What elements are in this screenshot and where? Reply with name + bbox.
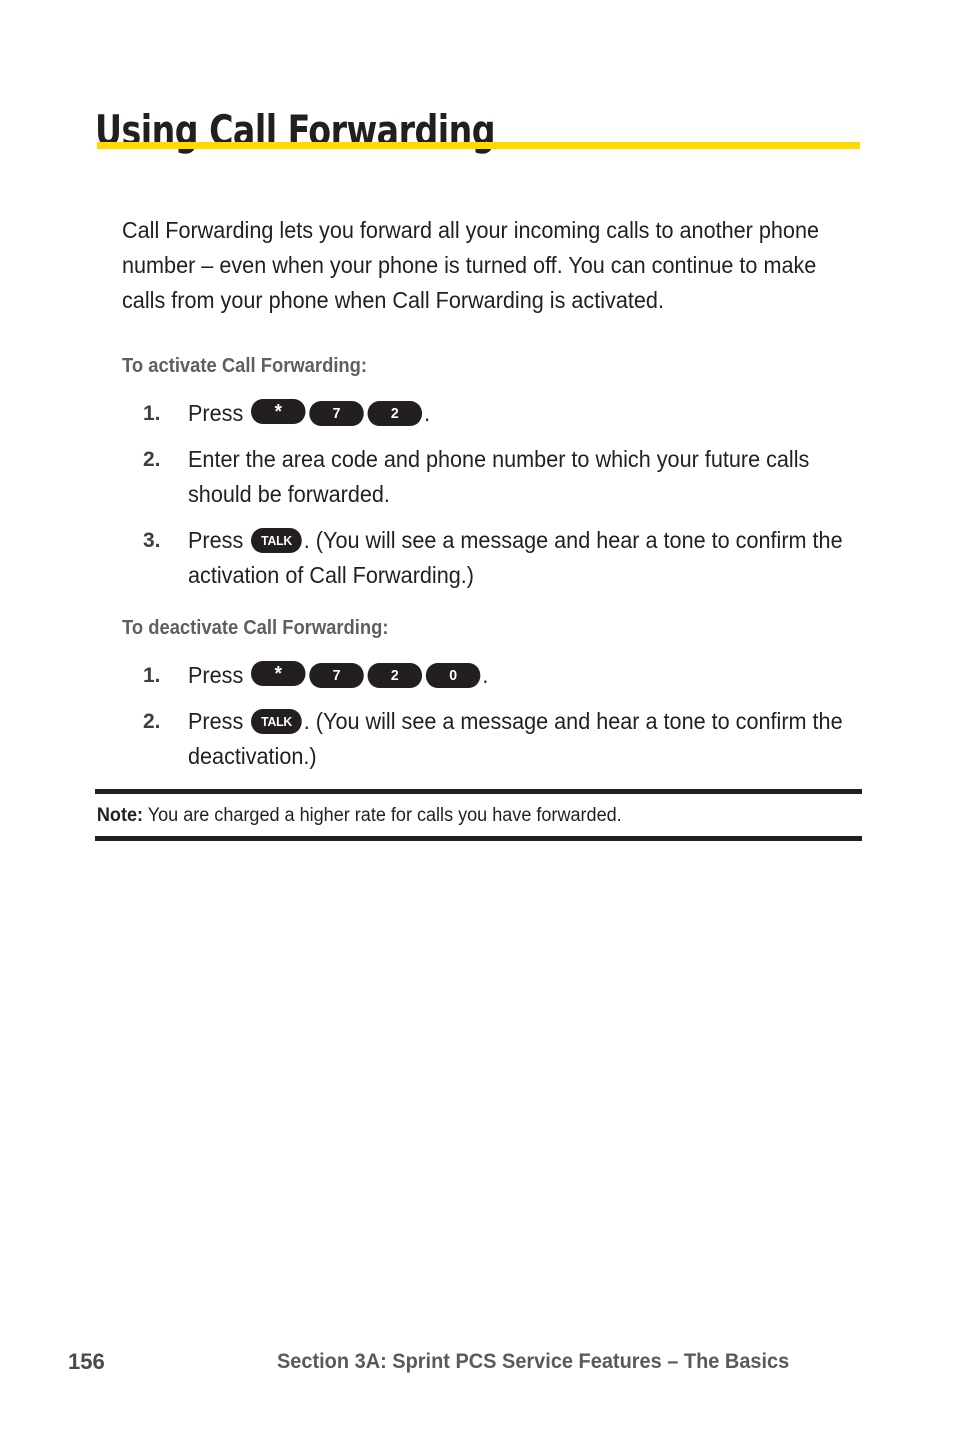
step-number: 1.	[143, 402, 161, 425]
subheading-activate: To activate Call Forwarding:	[122, 355, 368, 377]
step-number: 2.	[143, 448, 161, 471]
intro-paragraph: Call Forwarding lets you forward all you…	[122, 217, 819, 313]
key-7[interactable]: 7	[309, 663, 364, 688]
deactivate-steps-list: 1. Press * 7 2 0. 2. Press TALK. (You will …	[143, 658, 888, 785]
key-7[interactable]: 7	[309, 401, 364, 426]
list-item: 2. Press TALK. (You will see a message a…	[143, 704, 888, 774]
note-body: You are charged a higher rate for calls …	[147, 805, 622, 826]
key-2[interactable]: 2	[367, 401, 423, 426]
note-text: Note: You are charged a higher rate for …	[95, 794, 862, 836]
step-text: Press TALK. (You will see a message and …	[188, 523, 846, 593]
subheading-deactivate: To deactivate Call Forwarding:	[122, 617, 389, 639]
key-talk[interactable]: TALK	[251, 709, 302, 734]
step-number: 1.	[143, 664, 161, 687]
list-item: 1. Press * 7 2 0.	[143, 658, 888, 693]
footer-page-number: 156	[68, 1349, 105, 1374]
step-suffix: .	[482, 662, 489, 688]
key-2[interactable]: 2	[367, 663, 423, 688]
step-prefix: Press	[188, 527, 244, 553]
step-prefix: Press	[188, 400, 244, 426]
step-text: Enter the area code and phone number to …	[188, 446, 810, 507]
title-accent-rule	[97, 142, 860, 149]
note-box: Note: You are charged a higher rate for …	[95, 789, 862, 841]
key-asterisk[interactable]: *	[251, 399, 306, 424]
list-item: 3. Press TALK. (You will see a message a…	[143, 523, 888, 593]
key-asterisk[interactable]: *	[251, 661, 306, 686]
step-number: 2.	[143, 710, 161, 733]
key-0[interactable]: 0	[425, 663, 481, 688]
key-talk[interactable]: TALK	[251, 528, 302, 553]
step-text: Press * 7 2 0.	[188, 658, 846, 693]
step-prefix: Press	[188, 708, 244, 734]
list-item: 1. Press * 7 2.	[143, 396, 888, 431]
note-bottom-rule	[95, 836, 862, 841]
step-suffix: .	[424, 400, 431, 426]
activate-steps-list: 1. Press * 7 2. 2. Enter the area code and…	[143, 396, 888, 604]
manual-page: Using Call Forwarding Call Forwarding le…	[0, 0, 954, 1431]
footer-section-title: Section 3A: Sprint PCS Service Features …	[277, 1350, 790, 1373]
step-prefix: Press	[188, 662, 244, 688]
note-label: Note:	[96, 805, 144, 826]
step-text: Press * 7 2.	[188, 396, 846, 431]
list-item: 2. Enter the area code and phone number …	[143, 442, 888, 512]
step-number: 3.	[143, 529, 161, 552]
step-text: Press TALK. (You will see a message and …	[188, 704, 846, 774]
